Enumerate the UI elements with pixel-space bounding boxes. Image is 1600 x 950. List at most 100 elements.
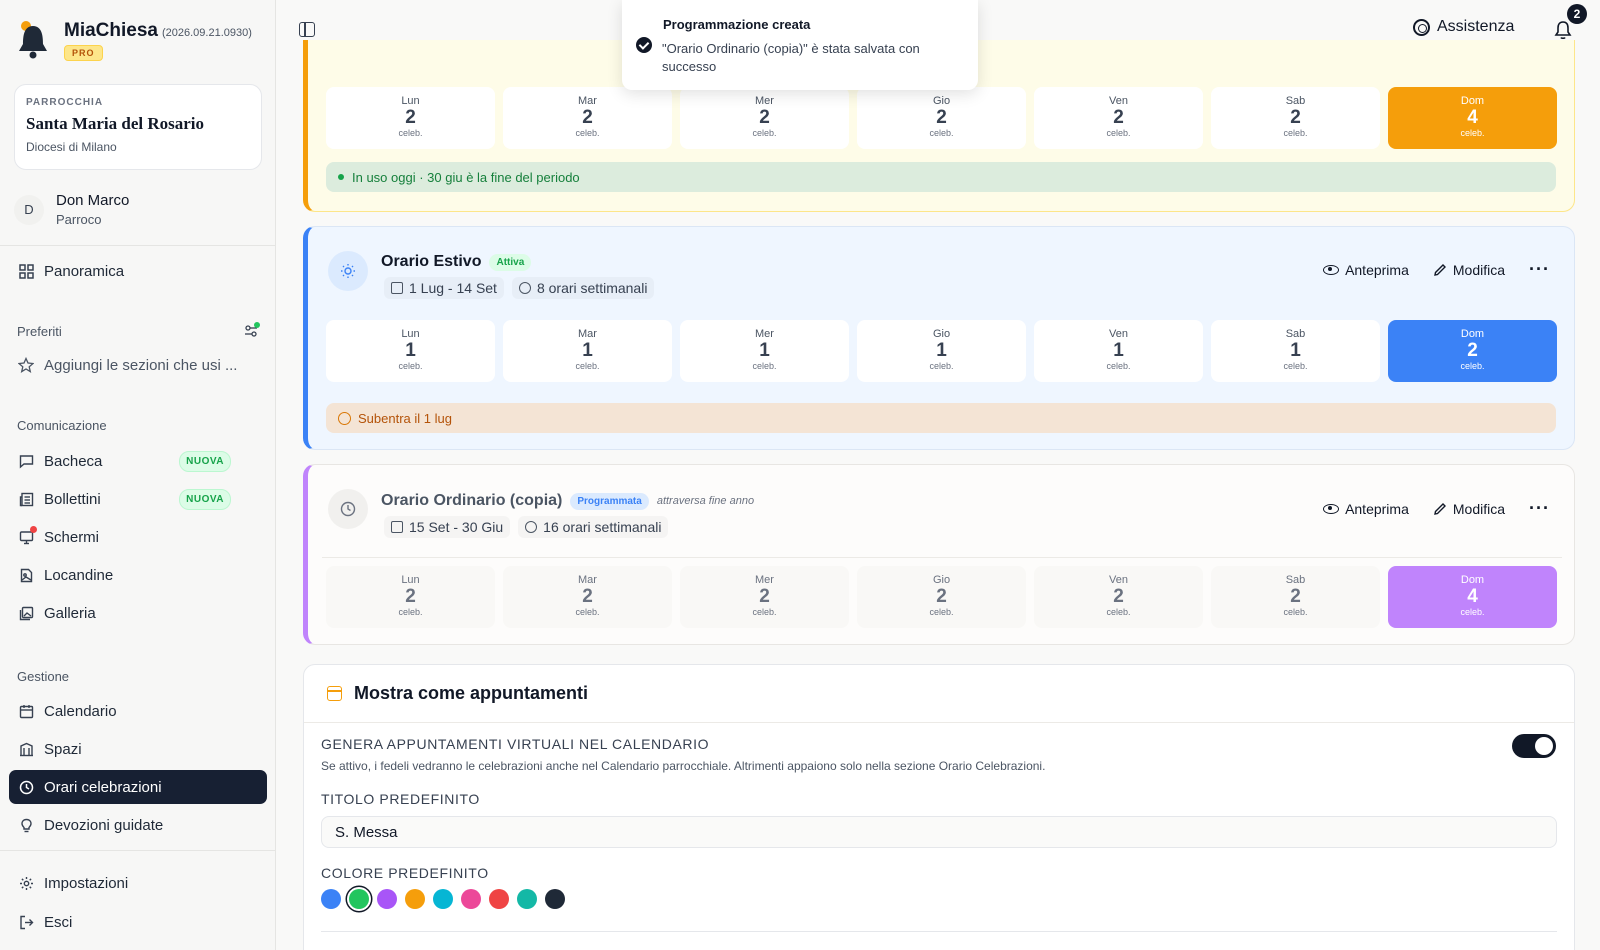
status-badge: Programmata — [570, 492, 649, 510]
schedule-note: attraversa fine anno — [656, 495, 755, 507]
sidebar-item-impostazioni[interactable]: Impostazioni — [9, 866, 267, 900]
color-swatch[interactable] — [321, 889, 341, 909]
toast-message: "Orario Ordinario (copia)" è stata salva… — [662, 41, 920, 74]
preview-button[interactable]: Anteprima — [1323, 501, 1409, 517]
sidebar-item-panoramica[interactable]: Panoramica — [9, 254, 267, 288]
sidebar-item-locandine[interactable]: Locandine — [9, 558, 267, 592]
edit-button[interactable]: Modifica — [1433, 501, 1505, 517]
sidebar-item-label: Orari celebrazioni — [44, 778, 162, 796]
more-options-icon[interactable]: ··· — [1529, 498, 1550, 519]
preview-button[interactable]: Anteprima — [1323, 262, 1409, 278]
day-cell: Ven 1 celeb. — [1034, 320, 1203, 382]
schedule-meta: 15 Set - 30 Giu 16 orari settimanali — [384, 516, 668, 538]
day-cell: Mar 2 celeb. — [503, 87, 672, 149]
day-cell-sunday: Dom 4 celeb. — [1388, 566, 1557, 628]
sidebar-divider — [0, 245, 276, 246]
brand[interactable]: MiaChiesa (2026.09.21.0930) PRO — [16, 20, 252, 62]
color-swatch[interactable] — [349, 889, 369, 909]
grid-icon — [18, 263, 34, 279]
sidebar-item-esci[interactable]: Esci — [9, 905, 267, 939]
status-badge: Attiva — [489, 253, 532, 271]
clock-icon — [338, 411, 351, 425]
gallery-icon — [18, 605, 34, 621]
customize-favorites-icon[interactable] — [244, 322, 260, 338]
day-cell: Lun 1 celeb. — [326, 320, 495, 382]
color-swatch[interactable] — [433, 889, 453, 909]
day-cell: Sab 1 celeb. — [1211, 320, 1380, 382]
weekday-grid: Lun 2 celeb. Mar 2 celeb. Mer 2 celeb. Gio 2 cel… — [326, 87, 1557, 149]
day-cell: Ven 2 celeb. — [1034, 87, 1203, 149]
sidebar-item-label: Bollettini — [44, 490, 101, 508]
schedule-title: Orario Estivo — [381, 253, 482, 270]
color-swatch[interactable] — [517, 889, 537, 909]
newspaper-icon — [18, 491, 34, 507]
sidebar: MiaChiesa (2026.09.21.0930) PRO PARROCCHI… — [0, 0, 276, 950]
logout-icon — [18, 914, 34, 930]
default-title-input[interactable]: S. Messa — [321, 816, 1557, 848]
user-role: Parroco — [56, 212, 102, 227]
parish-name: Santa Maria del Rosario — [26, 114, 205, 133]
edit-label: Modifica — [1452, 500, 1506, 517]
assistance-button[interactable]: Assistenza — [1413, 18, 1514, 36]
notifications-count-badge: 2 — [1567, 4, 1587, 24]
day-cell: Mar 1 celeb. — [503, 320, 672, 382]
sidebar-item-calendario[interactable]: Calendario — [9, 694, 267, 728]
sidebar-item-label: Bacheca — [44, 452, 103, 470]
calendar-icon — [391, 521, 403, 533]
sidebar-item-bollettini[interactable]: Bollettini NUOVA — [9, 482, 267, 516]
sidebar-item-label: Esci — [44, 913, 73, 931]
edit-button[interactable]: Modifica — [1433, 262, 1505, 278]
clock-icon — [518, 282, 531, 294]
color-swatch[interactable] — [461, 889, 481, 909]
day-cell: Lun 2 celeb. — [326, 87, 495, 149]
sidebar-item-galleria[interactable]: Galleria — [9, 596, 267, 630]
color-swatch[interactable] — [489, 889, 509, 909]
sidebar-item-label: Locandine — [44, 566, 114, 584]
lifebuoy-icon — [1413, 18, 1430, 36]
eye-icon — [1323, 503, 1340, 514]
sidebar-item-spazi[interactable]: Spazi — [9, 732, 267, 766]
sidebar-item-label: Calendario — [44, 702, 117, 720]
status-text: Subentra il 1 lug — [358, 410, 452, 426]
clock-icon — [328, 489, 368, 529]
weekday-grid: Lun 1 celeb. Mar 1 celeb. Mer 1 celeb. Gio 1 cel… — [326, 320, 1557, 382]
virtual-appointments-hint: Se attivo, i fedeli vedranno le celebraz… — [321, 759, 1046, 773]
user-profile[interactable]: D Don Marco Parroco — [14, 192, 129, 227]
parish-card[interactable]: PARROCCHIA Santa Maria del Rosario Dioce… — [14, 84, 262, 170]
sidebar-item-label: Panoramica — [44, 262, 125, 280]
sidebar-item-bacheca[interactable]: Bacheca NUOVA — [9, 444, 267, 478]
pencil-icon — [1433, 263, 1446, 276]
sidebar-item-add-favorites[interactable]: Aggiungi le sezioni che usi ... — [9, 348, 267, 382]
day-cell: Gio 2 celeb. — [857, 87, 1026, 149]
sidebar-divider — [0, 850, 276, 851]
calendar-icon — [391, 282, 403, 294]
schedule-title: Orario Ordinario (copia) — [381, 492, 563, 509]
default-color-label: COLORE PREDEFINITO — [321, 865, 489, 881]
pencil-icon — [1433, 502, 1446, 515]
sidebar-item-orari-celebrazioni[interactable]: Orari celebrazioni — [9, 770, 267, 804]
sidebar-item-schermi[interactable]: Schermi — [9, 520, 267, 554]
color-swatch[interactable] — [405, 889, 425, 909]
alert-dot — [30, 526, 37, 533]
lightbulb-icon — [18, 817, 34, 833]
calendar-icon — [18, 703, 34, 719]
sidebar-toggle-icon[interactable] — [299, 22, 315, 37]
app-name: MiaChiesa — [64, 20, 158, 41]
schedule-period: 15 Set - 30 Giu — [409, 519, 504, 535]
schedule-period: 1 Lug - 14 Set — [409, 280, 497, 296]
day-cell: Mar 2 celeb. — [503, 566, 672, 628]
day-cell: Mer 1 celeb. — [680, 320, 849, 382]
sidebar-item-devozioni[interactable]: Devozioni guidate — [9, 808, 267, 842]
eye-icon — [1323, 264, 1340, 275]
weekday-grid: Lun 2 celeb. Mar 2 celeb. Mer 2 celeb. Gio 2 cel… — [326, 566, 1557, 628]
star-icon — [18, 357, 34, 373]
monitor-icon — [18, 526, 37, 545]
more-options-icon[interactable]: ··· — [1529, 259, 1550, 280]
color-swatch[interactable] — [377, 889, 397, 909]
virtual-appointments-toggle[interactable] — [1512, 734, 1556, 758]
day-cell: Sab 2 celeb. — [1211, 87, 1380, 149]
building-icon — [18, 741, 34, 757]
parish-label: PARROCCHIA — [26, 97, 104, 108]
color-swatch[interactable] — [545, 889, 565, 909]
notifications-bell-icon[interactable] — [1554, 20, 1572, 40]
